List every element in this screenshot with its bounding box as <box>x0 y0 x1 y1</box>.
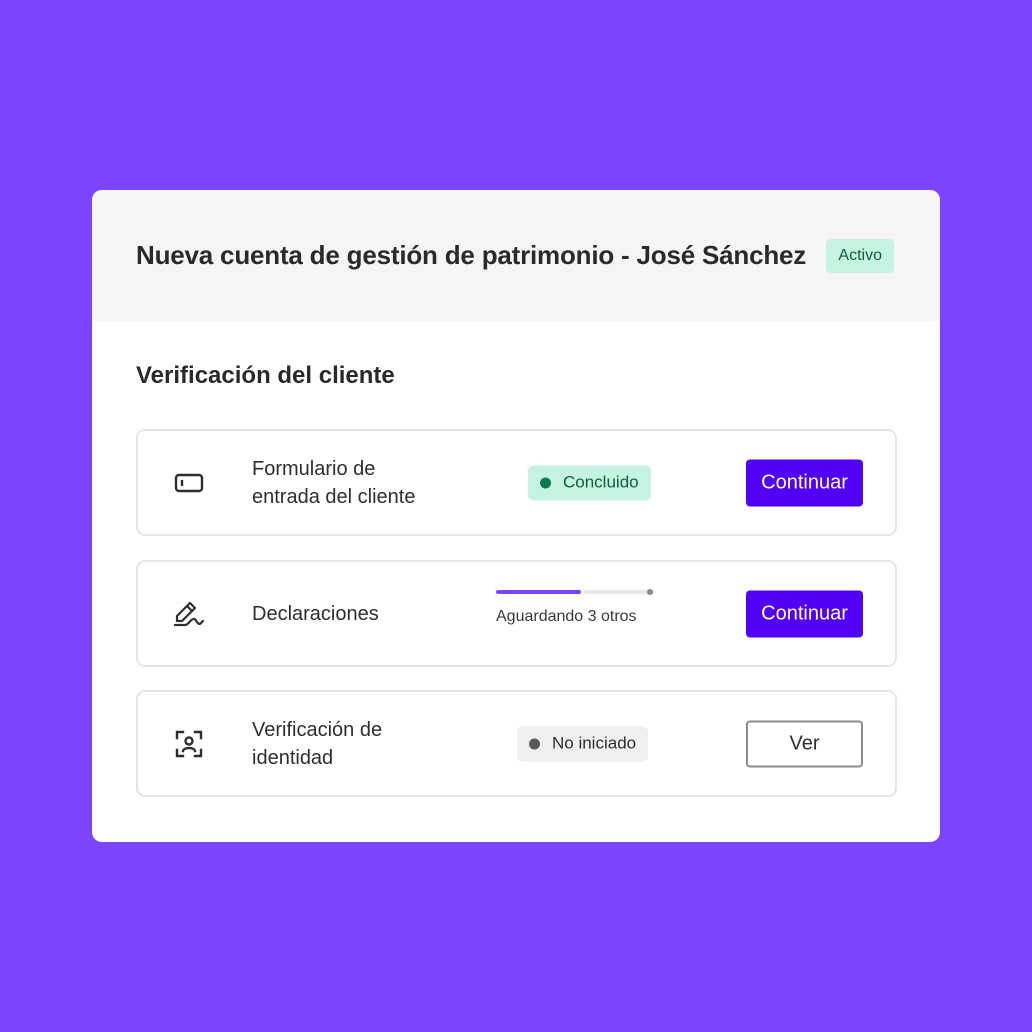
row-label: Verificación de identidad <box>252 718 383 769</box>
account-card: Nueva cuenta de gestión de patrimonio - … <box>92 190 940 842</box>
page-title: Nueva cuenta de gestión de patrimonio - … <box>136 240 807 270</box>
row-label: Formulario de entrada del cliente <box>252 457 416 508</box>
continue-button[interactable]: Continuar <box>746 459 863 506</box>
progress-indicator: Aguardando 3 otros <box>496 589 656 626</box>
progress-track <box>584 590 651 594</box>
continue-button[interactable]: Continuar <box>746 590 863 637</box>
signature-pen-icon <box>172 597 206 631</box>
progress-text: Aguardando 3 otros <box>496 608 637 625</box>
list-item-declarations: Declaraciones Aguardando 3 otros Continu… <box>136 560 897 667</box>
progress-fill <box>496 590 581 594</box>
id-card-icon <box>172 466 206 500</box>
status-dot <box>540 477 551 488</box>
face-scan-icon <box>172 727 206 761</box>
progress-end-dot <box>647 589 653 595</box>
card-header: Nueva cuenta de gestión de patrimonio - … <box>92 190 940 321</box>
list-item-intake-form: Formulario de entrada del cliente Conclu… <box>136 429 897 536</box>
view-button[interactable]: Ver <box>746 720 863 767</box>
status-badge: Concluido <box>528 465 651 500</box>
status-badge: No iniciado <box>517 726 649 761</box>
progress-bar <box>496 589 653 595</box>
status-badge: Activo <box>826 238 894 273</box>
section-title: Verificación del cliente <box>136 362 395 389</box>
row-label: Declaraciones <box>252 602 379 625</box>
list-item-identity-verification: Verificación de identidad No iniciado Ve… <box>136 690 897 797</box>
status-dot <box>529 738 540 749</box>
